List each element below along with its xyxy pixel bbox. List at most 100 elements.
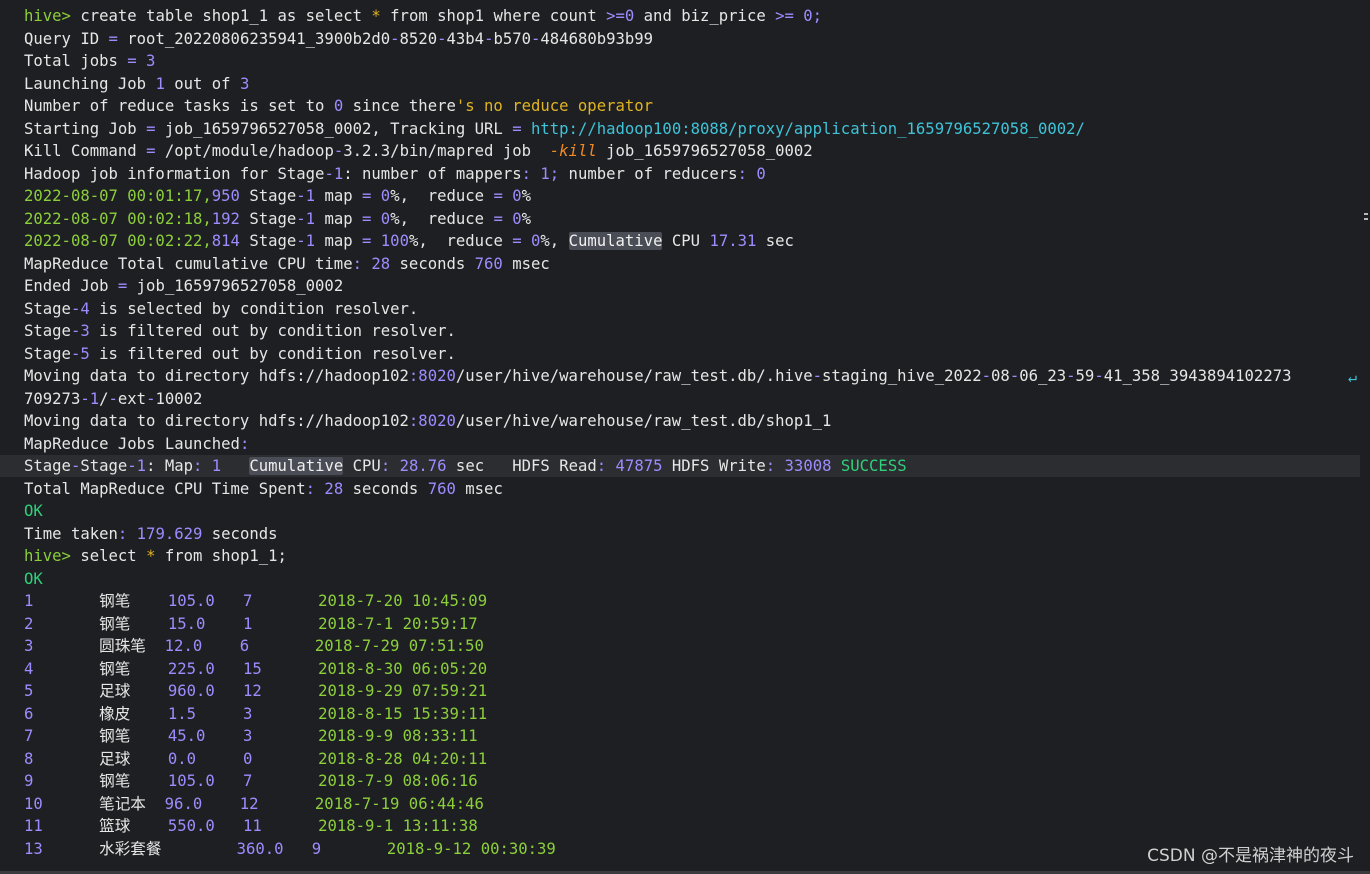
terminal-text: Ended Job (24, 277, 118, 295)
terminal-text: sec HDFS Read (446, 457, 597, 475)
terminal-text: * (371, 7, 381, 25)
terminal-line: Stage-4 is selected by condition resolve… (24, 298, 418, 320)
terminal-text: seconds (343, 479, 428, 498)
terminal-text: is selected by condition resolver. (89, 299, 419, 318)
terminal-text: 960.0 (167, 682, 215, 700)
terminal-text: : 47875 (596, 457, 663, 475)
terminal-text: : 1; (521, 164, 560, 183)
terminal-text: 08 (991, 367, 1010, 385)
terminal-text: CPU (343, 457, 381, 475)
terminal-text: 8 (24, 749, 34, 768)
terminal-text: -1 (324, 164, 344, 183)
terminal-line: OK (24, 500, 43, 522)
terminal-text: /opt/module/hadoop (155, 142, 334, 160)
terminal-text: >= 0; (775, 7, 823, 25)
terminal-text: 水彩套餐 (42, 839, 237, 858)
terminal-text: Stage (239, 187, 297, 205)
terminal-text: Stage (80, 457, 128, 475)
terminal-text: 7 (24, 727, 34, 745)
terminal-text: Hadoop job information for Stage (24, 164, 325, 183)
terminal-text: = 100 (362, 232, 409, 250)
terminal-text: 2018-7-20 10:45:09 (318, 592, 488, 610)
terminal-text: Starting Job (24, 119, 147, 138)
terminal-text: Number of reduce tasks is set to (24, 97, 334, 115)
terminal-text: Stage (24, 457, 71, 475)
terminal-line: Stage-5 is filtered out by condition res… (24, 343, 456, 365)
terminal-text: : 0 (737, 164, 766, 183)
terminal-text: = 0 (362, 209, 391, 228)
terminal-text: 2018-9-29 07:59:21 (318, 682, 488, 700)
terminal-text: 760 (427, 479, 456, 498)
terminal-text: SUCCESS (840, 457, 907, 475)
terminal-text: Stage (24, 299, 71, 318)
terminal-text: 11 (24, 817, 43, 835)
terminal-text: 17.31 (709, 232, 757, 250)
terminal-text: /user/hive/warehouse/raw_test.db/.hive (455, 367, 813, 385)
terminal-text: = (512, 119, 522, 138)
terminal-text: 709273 (24, 389, 81, 408)
scroll-marker-icon (1362, 210, 1370, 224)
terminal-text: out of (164, 74, 240, 93)
terminal-text: - (1094, 367, 1104, 385)
terminal-text: 06_23 (1019, 367, 1067, 385)
terminal-text: Cumulative (568, 232, 663, 250)
terminal-text: b570 (493, 29, 532, 48)
terminal-text: 钢笔 (33, 659, 168, 678)
terminal-line: 10 笔记本 96.0 12 2018-7-19 06:44:46 (24, 793, 484, 815)
terminal-text: - (1066, 367, 1076, 385)
terminal-text: Query ID (24, 29, 109, 48)
terminal-text: -1 (296, 187, 316, 205)
terminal-text: job_1659796527058_0002 (596, 142, 813, 160)
terminal-text: staging_hive_2022 (822, 367, 982, 385)
terminal-line: 13 水彩套餐 360.0 9 2018-9-12 00:30:39 (24, 838, 556, 860)
terminal-text: 's no reduce operator (455, 97, 654, 115)
terminal-text: 钢笔 (33, 614, 168, 633)
terminal-text: = 0 (493, 187, 522, 205)
terminal-line: MapReduce Total cumulative CPU time: 28 … (24, 253, 550, 275)
terminal-text: msec (502, 254, 550, 273)
terminal-text: 4 (24, 659, 34, 678)
terminal-text: and biz_price (634, 7, 776, 25)
terminal-line: Query ID = root_20220806235941_3900b2d0-… (24, 28, 653, 50)
terminal-text: 7 (242, 772, 253, 790)
terminal-text: MapReduce Total cumulative CPU time (24, 254, 353, 273)
terminal-text: CPU (662, 232, 710, 250)
terminal-text: 105.0 (167, 772, 215, 790)
terminal-text: Moving data to directory hdfs://hadoop10… (24, 367, 409, 385)
terminal-text: http://hadoop100:8088/proxy/application_… (531, 119, 1085, 138)
terminal-text: 2 (24, 614, 34, 633)
terminal-text: :8020 (408, 367, 456, 385)
terminal-text: 2022-08-07 00:02:18, (24, 209, 212, 228)
terminal-text: = 3 (127, 52, 156, 70)
terminal-text: : number of mappers (343, 164, 522, 183)
terminal-text: - (390, 29, 400, 48)
terminal-text: = (108, 29, 118, 48)
terminal-line: Moving data to directory hdfs://hadoop10… (24, 410, 831, 432)
terminal-text: 192 (211, 209, 240, 228)
terminal-text: 950 (211, 187, 240, 205)
terminal-text: 41_358_3943894102273 (1103, 367, 1292, 385)
terminal-text: 11 (242, 817, 262, 835)
terminal-text: 3.2.3/bin/mapred job (343, 142, 550, 160)
terminal-text: / (99, 389, 109, 408)
terminal-text: hive> (24, 547, 81, 565)
terminal-text: 2018-7-29 07:51:50 (314, 637, 484, 655)
terminal-line: Total jobs = 3 (24, 50, 155, 72)
terminal-text: %, reduce (408, 232, 513, 250)
terminal-text: 12 (242, 682, 262, 700)
terminal-text: select (80, 547, 147, 565)
terminal-line: hive> create table shop1_1 as select * f… (24, 5, 822, 27)
terminal-output[interactable]: hive> create table shop1_1 as select * f… (0, 0, 1370, 874)
terminal-line: 8 足球 0.0 0 2018-8-28 04:20:11 (24, 748, 487, 770)
terminal-text: 3 (239, 74, 250, 93)
terminal-text: hive> (24, 7, 81, 25)
terminal-line: 2022-08-07 00:02:22,814 Stage-1 map = 10… (24, 230, 794, 252)
terminal-text: 3 (242, 704, 253, 723)
